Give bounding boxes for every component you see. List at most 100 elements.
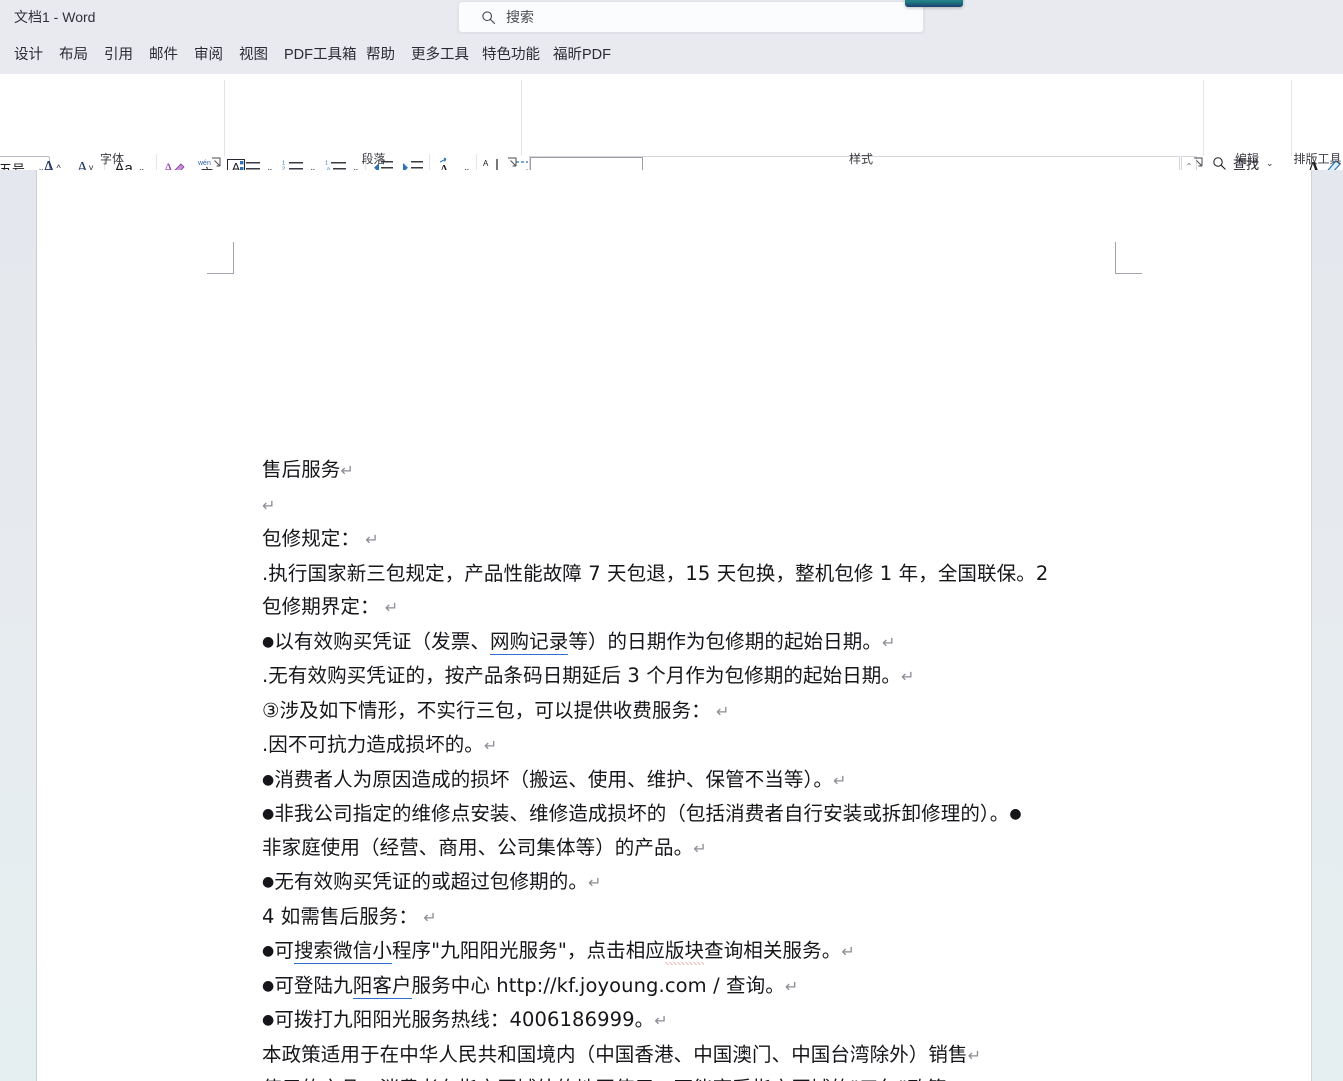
ribbon-tabs: 设计 布局 引用 邮件 审阅 视图 PDF工具箱 帮助 更多工具 特色功能 福昕PDF bbox=[0, 34, 1343, 74]
paragraph-mark: ↵ bbox=[340, 461, 354, 480]
tab-8[interactable]: 更多工具 bbox=[411, 43, 469, 64]
group-label-typography: 排版工具 bbox=[1293, 152, 1342, 166]
tab-5[interactable]: 视图 bbox=[239, 43, 268, 64]
text-run: 包修期界定： bbox=[262, 595, 380, 618]
document-line: ●消费者人为原因造成的损坏（搬运、使用、维护、保管不当等）。↵ bbox=[262, 763, 1272, 798]
group-label-editing: 编辑 bbox=[1234, 152, 1259, 166]
paragraph-dialog-launcher[interactable] bbox=[507, 155, 518, 167]
group-label-styles: 样式 bbox=[848, 152, 873, 166]
underlined-run: 搜索微信小 bbox=[293, 939, 392, 964]
text-run: 消费者人为原因造成的损坏（搬运、使用、维护、保管不当等）。 bbox=[274, 767, 833, 791]
document-line: 包修期界定： ↵ bbox=[262, 590, 1272, 625]
group-separator bbox=[1291, 80, 1292, 156]
document-line: ●可搜索微信小程序"九阳阳光服务"，点击相应版块查询相关服务。↵ bbox=[262, 934, 1272, 969]
group-separator bbox=[224, 80, 225, 156]
text-run: 4 如需售后服务： bbox=[262, 904, 419, 928]
text-run: 以有效购买凭证（发票、 bbox=[274, 629, 490, 653]
account-chip[interactable] bbox=[905, 0, 963, 7]
text-run: 无有效购买凭证的或超过包修期的。 bbox=[274, 870, 588, 893]
search-icon bbox=[481, 10, 496, 25]
tab-1[interactable]: 布局 bbox=[59, 43, 88, 64]
text-run: 等）的日期作为包修期的起始日期。 bbox=[568, 629, 882, 653]
paragraph-mark: ↵ bbox=[418, 907, 437, 927]
right-gutter bbox=[1311, 170, 1343, 1081]
paragraph-mark: ↵ bbox=[967, 1045, 982, 1065]
text-run: 售后服务 bbox=[262, 458, 341, 481]
document-body[interactable]: 售后服务↵ ↵ 包修规定： ↵ .执行国家新三包规定，产品性能故障 7 天包退，15 … bbox=[262, 453, 1272, 1081]
document-line: ●非我公司指定的维修点安装、维修造成损坏的（包括消费者自行安装或拆卸修理的）。● bbox=[262, 797, 1272, 831]
group-separator bbox=[1203, 80, 1204, 156]
bullet-glyph: ● bbox=[262, 943, 275, 959]
text-run: 程序"九阳阳光服务"，点击相应 bbox=[391, 939, 665, 962]
paragraph-mark: ↵ bbox=[360, 530, 379, 549]
document-line: .执行国家新三包规定，产品性能故障 7 天包退，15 天包换，整机包修 1 年，… bbox=[262, 557, 1272, 591]
document-line: 售后服务↵ bbox=[262, 453, 1272, 488]
text-run: 查询相关服务。 bbox=[704, 939, 842, 962]
text-run: .无有效购买凭证的，按产品条码日期延后 3 个月作为包修期的起始日期。 bbox=[262, 664, 902, 687]
paragraph-mark: ↵ bbox=[901, 667, 915, 686]
word-window: 文档1 - Word 搜索 设计 布局 引用 邮件 审阅 视图 PDF工具箱 帮助 更多工具 特色… bbox=[0, 0, 1343, 1081]
document-line: 非家庭使用（经营、商用、公司集体等）的产品。↵ bbox=[262, 831, 1272, 866]
document-line: ●可登陆九阳客户服务中心 http://kf.joyoung.com / 查询。… bbox=[262, 969, 1272, 1004]
document-line: .无有效购买凭证的，按产品条码日期延后 3 个月作为包修期的起始日期。↵ bbox=[262, 659, 1272, 694]
document-line: 4 如需售后服务： ↵ bbox=[262, 900, 1272, 935]
text-run: 可拨打九阳阳光服务热线：4006186999。 bbox=[274, 1008, 655, 1031]
bullet-glyph: ● bbox=[262, 977, 275, 994]
title-bar: 文档1 - Word 搜索 bbox=[0, 0, 1343, 34]
paragraph-mark: ↵ bbox=[784, 976, 799, 996]
search-placeholder: 搜索 bbox=[506, 9, 534, 25]
document-line: ●无有效购买凭证的或超过包修期的。↵ bbox=[262, 865, 1272, 900]
tab-7[interactable]: 帮助 bbox=[366, 43, 395, 64]
tab-0[interactable]: 设计 bbox=[14, 43, 43, 64]
paragraph-mark: ↵ bbox=[881, 632, 896, 652]
window-title: 文档1 - Word bbox=[14, 9, 96, 25]
text-run: ③涉及如下情形，不实行三包，可以提供收费服务： bbox=[262, 698, 711, 722]
styles-dialog-launcher[interactable] bbox=[1193, 155, 1204, 167]
tab-3[interactable]: 邮件 bbox=[149, 43, 178, 64]
paragraph-mark: ↵ bbox=[379, 598, 399, 617]
document-line: ●可拨打九阳阳光服务热线：4006186999。↵ bbox=[262, 1003, 1272, 1038]
paragraph-mark: ↵ bbox=[483, 736, 498, 755]
text-run: .因不可抗力造成损坏的。 bbox=[262, 733, 484, 756]
text-run: 非家庭使用（经营、商用、公司集体等）的产品。 bbox=[262, 835, 694, 859]
paragraph-mark: ↵ bbox=[832, 770, 847, 790]
underlined-run: 网购记录 bbox=[489, 629, 569, 655]
bullet-glyph: ● bbox=[262, 806, 275, 822]
paragraph-mark: ↵ bbox=[841, 942, 855, 961]
bullet-glyph: ● bbox=[262, 874, 275, 890]
document-line: ↵ bbox=[262, 488, 1272, 523]
document-line: 本政策适用于在中华人民共和国境内（中国香港、中国澳门、中国台湾除外）销售↵ bbox=[262, 1038, 1272, 1073]
text-run: 可登陆九 bbox=[274, 973, 353, 997]
bullet-glyph: ● bbox=[1009, 806, 1022, 822]
spelling-error-run: 版块 bbox=[664, 939, 705, 965]
paragraph-mark: ↵ bbox=[262, 495, 276, 515]
document-line: ③涉及如下情形，不实行三包，可以提供收费服务： ↵ bbox=[262, 694, 1272, 729]
group-separator bbox=[521, 80, 522, 156]
text-run: 使用的产品。消费者在指定区域外的地区使用，不能享受指定区域的"三包"政策。 bbox=[262, 1077, 966, 1081]
search-box[interactable]: 搜索 bbox=[458, 1, 924, 33]
document-area[interactable]: 售后服务↵ ↵ 包修规定： ↵ .执行国家新三包规定，产品性能故障 7 天包退，15 … bbox=[0, 170, 1343, 1081]
document-line: .因不可抗力造成损坏的。↵ bbox=[262, 728, 1272, 763]
paragraph-mark: ↵ bbox=[710, 701, 730, 721]
text-run: 可 bbox=[274, 939, 294, 962]
bullet-glyph: ● bbox=[262, 1012, 275, 1028]
paragraph-mark: ↵ bbox=[654, 1011, 668, 1030]
tab-6[interactable]: PDF工具箱 bbox=[284, 43, 357, 64]
group-label-paragraph: 段落 bbox=[361, 152, 386, 166]
text-run: .执行国家新三包规定，产品性能故障 7 天包退，15 天包换，整机包修 1 年，… bbox=[262, 561, 1049, 585]
tab-2[interactable]: 引用 bbox=[104, 43, 133, 64]
paragraph-mark: ↵ bbox=[693, 838, 707, 858]
tab-9[interactable]: 特色功能 bbox=[482, 43, 540, 64]
bullet-glyph: ● bbox=[262, 633, 275, 650]
paragraph-mark: ↵ bbox=[587, 873, 602, 892]
document-line: 使用的产品。消费者在指定区域外的地区使用，不能享受指定区域的"三包"政策。↵ bbox=[262, 1072, 1272, 1081]
document-line: 包修规定： ↵ bbox=[262, 522, 1272, 557]
tab-4[interactable]: 审阅 bbox=[194, 43, 223, 64]
font-dialog-launcher[interactable] bbox=[211, 155, 222, 167]
left-gutter bbox=[0, 170, 37, 1081]
text-run: 本政策适用于在中华人民共和国境内（中国香港、中国澳门、中国台湾除外）销售 bbox=[262, 1042, 968, 1066]
bullet-glyph: ● bbox=[262, 771, 275, 788]
text-run: 包修规定： bbox=[262, 527, 361, 550]
tab-10[interactable]: 福昕PDF bbox=[553, 43, 611, 64]
document-page[interactable]: 售后服务↵ ↵ 包修规定： ↵ .执行国家新三包规定，产品性能故障 7 天包退，15 … bbox=[37, 170, 1311, 1081]
